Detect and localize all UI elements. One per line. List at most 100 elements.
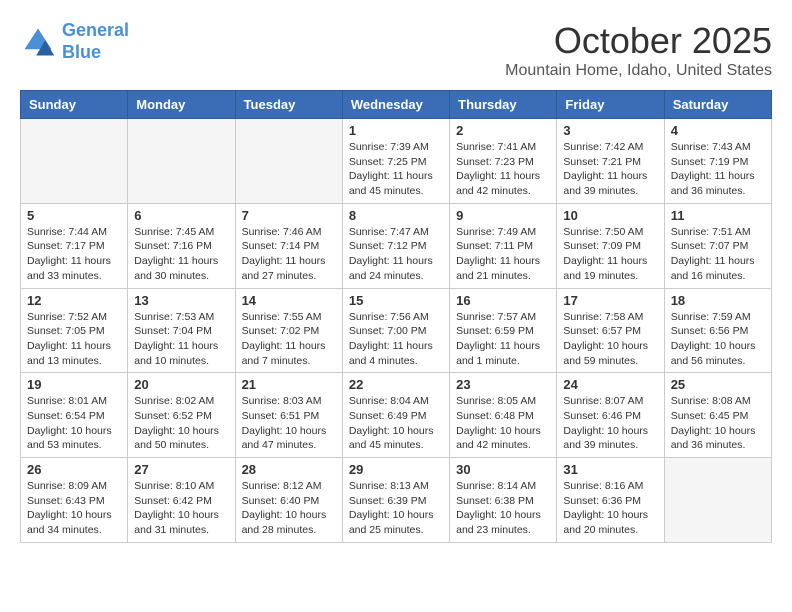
day-info: Sunrise: 7:51 AM	[671, 225, 765, 240]
table-row: 21 Sunrise: 8:03 AMSunset: 6:51 PMDayligh…	[235, 373, 342, 458]
logo-icon	[20, 24, 56, 60]
day-info: Sunset: 6:42 PM	[134, 494, 228, 509]
logo-text: General Blue	[62, 20, 129, 63]
table-row: 2Sunrise: 7:41 AMSunset: 7:23 PMDaylight…	[450, 119, 557, 204]
day-info: Daylight: 11 hours and 19 minutes.	[563, 254, 657, 283]
table-row: 8Sunrise: 7:47 AMSunset: 7:12 PMDaylight…	[342, 203, 449, 288]
day-info: Sunset: 6:59 PM	[456, 324, 550, 339]
day-number: 21	[242, 377, 336, 392]
table-row: 5Sunrise: 7:44 AMSunset: 7:17 PMDaylight…	[21, 203, 128, 288]
day-number: 2	[456, 123, 550, 138]
day-number: 16	[456, 293, 550, 308]
day-number: 22	[349, 377, 443, 392]
day-number: 9	[456, 208, 550, 223]
logo-line2: Blue	[62, 42, 101, 62]
day-info: Sunrise: 8:13 AM	[349, 479, 443, 494]
day-number: 20	[134, 377, 228, 392]
day-info: Sunrise: 7:56 AM	[349, 310, 443, 325]
table-row: 17Sunrise: 7:58 AMSunset: 6:57 PMDayligh…	[557, 288, 664, 373]
table-row: 16Sunrise: 7:57 AMSunset: 6:59 PMDayligh…	[450, 288, 557, 373]
day-number: 14	[242, 293, 336, 308]
day-info: Sunrise: 8:05 AM	[456, 394, 550, 409]
table-row: 4Sunrise: 7:43 AMSunset: 7:19 PMDaylight…	[664, 119, 771, 204]
table-row: 14Sunrise: 7:55 AMSunset: 7:02 PMDayligh…	[235, 288, 342, 373]
day-info: Sunrise: 7:52 AM	[27, 310, 121, 325]
day-info: Sunset: 6:48 PM	[456, 409, 550, 424]
day-info: Sunset: 7:00 PM	[349, 324, 443, 339]
day-number: 19	[27, 377, 121, 392]
day-info: Daylight: 11 hours and 45 minutes.	[349, 169, 443, 198]
day-info: Daylight: 11 hours and 33 minutes.	[27, 254, 121, 283]
day-info: Sunrise: 7:50 AM	[563, 225, 657, 240]
day-info: Daylight: 10 hours and 28 minutes.	[242, 508, 336, 537]
day-info: Sunrise: 7:41 AM	[456, 140, 550, 155]
month-title: October 2025	[505, 20, 772, 62]
header-tuesday: Tuesday	[235, 91, 342, 119]
day-info: Sunset: 6:46 PM	[563, 409, 657, 424]
day-number: 24	[563, 377, 657, 392]
day-number: 4	[671, 123, 765, 138]
table-row: 26Sunrise: 8:09 AMSunset: 6:43 PMDayligh…	[21, 458, 128, 543]
day-info: Sunrise: 7:58 AM	[563, 310, 657, 325]
day-info: Sunrise: 8:16 AM	[563, 479, 657, 494]
day-info: Daylight: 11 hours and 10 minutes.	[134, 339, 228, 368]
day-info: Daylight: 11 hours and 42 minutes.	[456, 169, 550, 198]
day-info: Sunrise: 8:07 AM	[563, 394, 657, 409]
day-info: Sunrise: 7:42 AM	[563, 140, 657, 155]
day-info: Sunrise: 8:09 AM	[27, 479, 121, 494]
table-row: 1Sunrise: 7:39 AMSunset: 7:25 PMDaylight…	[342, 119, 449, 204]
header-friday: Friday	[557, 91, 664, 119]
day-info: Daylight: 10 hours and 39 minutes.	[563, 424, 657, 453]
day-number: 28	[242, 462, 336, 477]
day-info: Sunrise: 8:14 AM	[456, 479, 550, 494]
day-number: 1	[349, 123, 443, 138]
day-info: Sunset: 6:36 PM	[563, 494, 657, 509]
day-info: Daylight: 11 hours and 39 minutes.	[563, 169, 657, 198]
day-number: 8	[349, 208, 443, 223]
day-number: 11	[671, 208, 765, 223]
title-area: October 2025 Mountain Home, Idaho, Unite…	[505, 20, 772, 80]
day-number: 12	[27, 293, 121, 308]
day-info: Sunrise: 8:03 AM	[242, 394, 336, 409]
logo-line1: General	[62, 20, 129, 40]
day-info: Daylight: 10 hours and 56 minutes.	[671, 339, 765, 368]
day-info: Daylight: 11 hours and 36 minutes.	[671, 169, 765, 198]
day-info: Sunset: 6:39 PM	[349, 494, 443, 509]
day-info: Sunrise: 8:02 AM	[134, 394, 228, 409]
day-info: Daylight: 11 hours and 7 minutes.	[242, 339, 336, 368]
day-info: Sunrise: 8:04 AM	[349, 394, 443, 409]
day-info: Sunset: 7:14 PM	[242, 239, 336, 254]
day-info: Sunset: 6:56 PM	[671, 324, 765, 339]
day-info: Sunrise: 7:59 AM	[671, 310, 765, 325]
day-info: Sunrise: 7:55 AM	[242, 310, 336, 325]
day-number: 27	[134, 462, 228, 477]
day-info: Daylight: 11 hours and 30 minutes.	[134, 254, 228, 283]
table-row: 23Sunrise: 8:05 AMSunset: 6:48 PMDayligh…	[450, 373, 557, 458]
calendar-week-row: 5Sunrise: 7:44 AMSunset: 7:17 PMDaylight…	[21, 203, 772, 288]
day-info: Daylight: 11 hours and 16 minutes.	[671, 254, 765, 283]
header: General Blue October 2025 Mountain Home,…	[20, 20, 772, 80]
day-info: Sunset: 7:04 PM	[134, 324, 228, 339]
header-saturday: Saturday	[664, 91, 771, 119]
day-info: Sunset: 6:45 PM	[671, 409, 765, 424]
table-row: 15Sunrise: 7:56 AMSunset: 7:00 PMDayligh…	[342, 288, 449, 373]
day-info: Daylight: 10 hours and 47 minutes.	[242, 424, 336, 453]
day-info: Sunrise: 8:08 AM	[671, 394, 765, 409]
calendar-week-row: 26Sunrise: 8:09 AMSunset: 6:43 PMDayligh…	[21, 458, 772, 543]
day-info: Daylight: 10 hours and 59 minutes.	[563, 339, 657, 368]
day-number: 5	[27, 208, 121, 223]
day-number: 29	[349, 462, 443, 477]
day-number: 15	[349, 293, 443, 308]
table-row	[235, 119, 342, 204]
day-info: Sunrise: 7:49 AM	[456, 225, 550, 240]
day-number: 18	[671, 293, 765, 308]
day-info: Daylight: 10 hours and 20 minutes.	[563, 508, 657, 537]
table-row: 13Sunrise: 7:53 AMSunset: 7:04 PMDayligh…	[128, 288, 235, 373]
day-number: 10	[563, 208, 657, 223]
day-info: Sunset: 6:51 PM	[242, 409, 336, 424]
day-info: Sunset: 6:52 PM	[134, 409, 228, 424]
calendar-week-row: 1Sunrise: 7:39 AMSunset: 7:25 PMDaylight…	[21, 119, 772, 204]
day-info: Daylight: 11 hours and 27 minutes.	[242, 254, 336, 283]
day-info: Sunset: 7:16 PM	[134, 239, 228, 254]
day-number: 30	[456, 462, 550, 477]
